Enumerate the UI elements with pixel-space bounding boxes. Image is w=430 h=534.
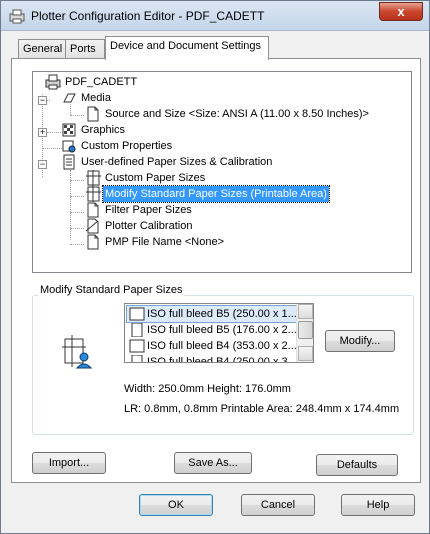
scroll-thumb[interactable] bbox=[298, 321, 313, 339]
window-title: Plotter Configuration Editor - PDF_CADET… bbox=[31, 9, 265, 23]
custom-properties-icon bbox=[62, 140, 76, 153]
tab-general[interactable]: General bbox=[18, 39, 66, 60]
help-button[interactable]: Help bbox=[341, 494, 415, 516]
tree-label-pmp-file: PMP File Name <None> bbox=[105, 236, 225, 248]
list-scrollbar[interactable] bbox=[296, 304, 313, 362]
document-icon bbox=[87, 234, 99, 250]
tab-panel: PDF_CADETT − Media Source and Size <Size… bbox=[11, 58, 421, 483]
document-icon bbox=[87, 202, 99, 218]
paper-icon bbox=[129, 307, 145, 321]
paper-size-icon bbox=[86, 170, 101, 186]
size-info: Width: 250.0mm Height: 176.0mm bbox=[124, 383, 291, 395]
save-as-button[interactable]: Save As... bbox=[174, 452, 252, 474]
modify-button[interactable]: Modify... bbox=[325, 330, 395, 352]
ok-button[interactable]: OK bbox=[139, 494, 213, 516]
tree-label-modify-standard: Modify Standard Paper Sizes (Printable A… bbox=[102, 185, 330, 203]
plotter-icon bbox=[45, 74, 61, 90]
paper-icon bbox=[131, 355, 143, 362]
tree-label-source-size: Source and Size <Size: ANSI A (11.00 x 8… bbox=[105, 108, 369, 120]
plotter-icon bbox=[9, 9, 25, 24]
tree-label-user-defined: User-defined Paper Sizes & Calibration bbox=[81, 156, 273, 168]
import-button[interactable]: Import... bbox=[32, 452, 106, 474]
paper-user-icon bbox=[62, 335, 92, 369]
printable-area-info: LR: 0.8mm, 0.8mm Printable Area: 248.4mm… bbox=[124, 403, 400, 415]
calibration-icon bbox=[85, 218, 99, 234]
tab-ports[interactable]: Ports bbox=[65, 39, 105, 60]
tree-label-graphics: Graphics bbox=[81, 124, 126, 136]
expander-media[interactable]: − bbox=[38, 96, 47, 105]
defaults-button[interactable]: Defaults bbox=[316, 454, 398, 476]
tree-label-media: Media bbox=[81, 92, 111, 104]
settings-tree[interactable]: PDF_CADETT − Media Source and Size <Size… bbox=[32, 71, 412, 273]
list-item[interactable]: ISO full bleed B5 (176.00 x 2... bbox=[127, 322, 297, 338]
paper-calibration-icon bbox=[63, 154, 75, 170]
graphics-icon bbox=[62, 123, 76, 137]
list-item[interactable]: ISO full bleed B4 (250.00 x 3... bbox=[127, 354, 297, 362]
group-title: Modify Standard Paper Sizes bbox=[38, 284, 185, 296]
list-item[interactable]: ISO full bleed B4 (353.00 x 2... bbox=[127, 338, 297, 354]
list-item[interactable]: ISO full bleed B5 (250.00 x 1... bbox=[126, 305, 298, 323]
tree-label-custom-paper-sizes: Custom Paper Sizes bbox=[105, 172, 206, 184]
tree-label-filter-paper: Filter Paper Sizes bbox=[105, 204, 192, 216]
scroll-up-button[interactable] bbox=[298, 304, 313, 319]
paper-size-list[interactable]: ISO full bleed B5 (250.00 x 1... ISO ful… bbox=[124, 303, 314, 363]
tree-label-plotter-calibration: Plotter Calibration bbox=[105, 220, 193, 232]
document-icon bbox=[87, 106, 99, 122]
title-bar[interactable]: Plotter Configuration Editor - PDF_CADET… bbox=[1, 1, 429, 31]
close-button[interactable]: x bbox=[379, 2, 423, 21]
paper-icon bbox=[131, 323, 143, 337]
tree-label-root: PDF_CADETT bbox=[65, 76, 138, 88]
expander-user-defined[interactable]: − bbox=[38, 160, 47, 169]
tab-device-document-settings[interactable]: Device and Document Settings bbox=[105, 36, 269, 60]
scroll-down-button[interactable] bbox=[298, 346, 313, 361]
tree-label-custom-properties: Custom Properties bbox=[81, 140, 173, 152]
paper-size-icon bbox=[86, 186, 101, 202]
paper-icon bbox=[129, 339, 145, 353]
plotter-config-window: Plotter Configuration Editor - PDF_CADET… bbox=[0, 0, 430, 534]
cancel-button[interactable]: Cancel bbox=[241, 494, 315, 516]
expander-graphics[interactable]: + bbox=[38, 128, 47, 137]
media-sheet-icon bbox=[63, 93, 76, 103]
